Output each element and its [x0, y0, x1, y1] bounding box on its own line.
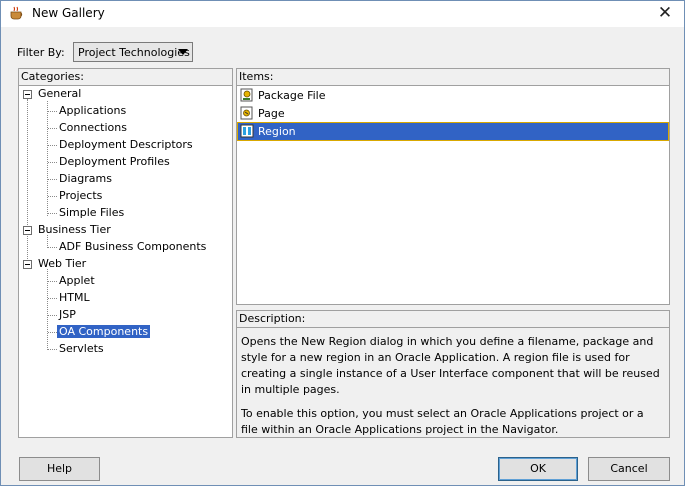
tree-node-deployment-descriptors[interactable]: Deployment Descriptors — [57, 138, 195, 153]
coffee-cup-icon — [10, 6, 23, 20]
tree-node-label: ADF Business Components — [59, 240, 207, 253]
description-paragraph: Opens the New Region dialog in which you… — [241, 335, 660, 396]
page-icon — [240, 106, 253, 120]
title-bar: New Gallery ✕ — [1, 1, 684, 27]
list-item-page[interactable]: Page — [238, 105, 668, 122]
new-gallery-dialog: New Gallery ✕ Filter By: Project Technol… — [0, 0, 685, 486]
tree-line — [48, 111, 57, 112]
package-file-icon — [240, 88, 253, 102]
tree-node-label: Diagrams — [59, 172, 112, 185]
tree-node-label: Deployment Profiles — [59, 155, 170, 168]
categories-header: Categories: — [18, 68, 233, 85]
chevron-down-icon[interactable] — [178, 49, 188, 55]
tree-line — [48, 349, 57, 350]
items-label: Items: — [239, 70, 274, 83]
tree-node-label: Simple Files — [59, 206, 125, 219]
tree-node-deployment-profiles[interactable]: Deployment Profiles — [57, 155, 172, 170]
tree-node-label: Connections — [59, 121, 127, 134]
region-icon — [240, 124, 254, 138]
items-header: Items: — [236, 68, 670, 85]
tree-line — [48, 145, 57, 146]
tree-node-adf-business-components[interactable]: ADF Business Components — [57, 240, 208, 255]
categories-label: Categories: — [21, 70, 84, 83]
tree-node-applications[interactable]: Applications — [57, 104, 128, 119]
filter-by-label: Filter By: — [17, 46, 65, 59]
tree-line — [48, 315, 57, 316]
categories-tree[interactable]: General Applications Connections Deploym… — [18, 85, 233, 438]
help-button[interactable]: Help — [19, 457, 100, 481]
collapse-icon[interactable] — [23, 260, 32, 269]
help-button-label: Help — [46, 462, 73, 475]
tree-node-oa-components[interactable]: OA Components — [57, 325, 151, 340]
close-icon[interactable]: ✕ — [658, 3, 672, 23]
tree-line — [48, 332, 57, 333]
tree-node-servlets[interactable]: Servlets — [57, 342, 106, 357]
description-paragraph: To enable this option, you must select a… — [241, 407, 644, 436]
tree-node-label: Applet — [59, 274, 95, 287]
tree-node-projects[interactable]: Projects — [57, 189, 104, 204]
collapse-icon[interactable] — [23, 226, 32, 235]
cancel-button-label: Cancel — [610, 462, 648, 475]
tree-node-diagrams[interactable]: Diagrams — [57, 172, 114, 187]
item-label: Package File — [258, 89, 326, 102]
filter-by-select[interactable]: Project Technologies — [73, 42, 193, 62]
tree-node-html[interactable]: HTML — [57, 291, 92, 306]
items-list[interactable]: Package File Page Region — [236, 85, 670, 305]
list-item-region[interactable]: Region — [237, 122, 669, 141]
ok-button[interactable]: OK — [498, 457, 578, 481]
tree-node-label: HTML — [59, 291, 90, 304]
tree-node-label: OA Components — [57, 325, 151, 338]
window-title: New Gallery — [32, 6, 105, 20]
close-button[interactable]: ✕ — [650, 1, 680, 25]
tree-node-label: JSP — [59, 308, 76, 321]
cancel-button[interactable]: Cancel — [588, 457, 670, 481]
tree-line — [48, 179, 57, 180]
tree-node-label: Deployment Descriptors — [59, 138, 193, 151]
description-panel: Opens the New Region dialog in which you… — [236, 327, 670, 438]
description-text: Opens the New Region dialog in which you… — [241, 334, 663, 446]
tree-line — [27, 99, 28, 261]
collapse-icon[interactable] — [23, 90, 32, 99]
tree-node-jsp[interactable]: JSP — [57, 308, 78, 323]
tree-node-label: Servlets — [59, 342, 104, 355]
tree-line — [48, 196, 57, 197]
tree-line — [48, 162, 57, 163]
filter-selected-value: Project Technologies — [78, 46, 190, 59]
tree-node-label: Web Tier — [38, 257, 87, 270]
item-label: Page — [258, 107, 285, 120]
tree-node-label: Applications — [59, 104, 127, 117]
tree-line — [48, 298, 57, 299]
description-header: Description: — [236, 310, 670, 327]
tree-line — [48, 128, 57, 129]
tree-node-label: Projects — [59, 189, 103, 202]
tree-node-connections[interactable]: Connections — [57, 121, 129, 136]
tree-node-label: Business Tier — [38, 223, 111, 236]
tree-node-applet[interactable]: Applet — [57, 274, 97, 289]
description-label: Description: — [239, 312, 306, 325]
ok-button-label: OK — [530, 462, 546, 475]
tree-line — [48, 281, 57, 282]
item-label: Region — [258, 125, 296, 138]
tree-node-simple-files[interactable]: Simple Files — [57, 206, 126, 221]
tree-line — [48, 213, 57, 214]
tree-node-label: General — [38, 87, 82, 100]
tree-line — [48, 247, 57, 248]
tree-line — [47, 101, 48, 216]
list-item-package-file[interactable]: Package File — [238, 87, 668, 104]
